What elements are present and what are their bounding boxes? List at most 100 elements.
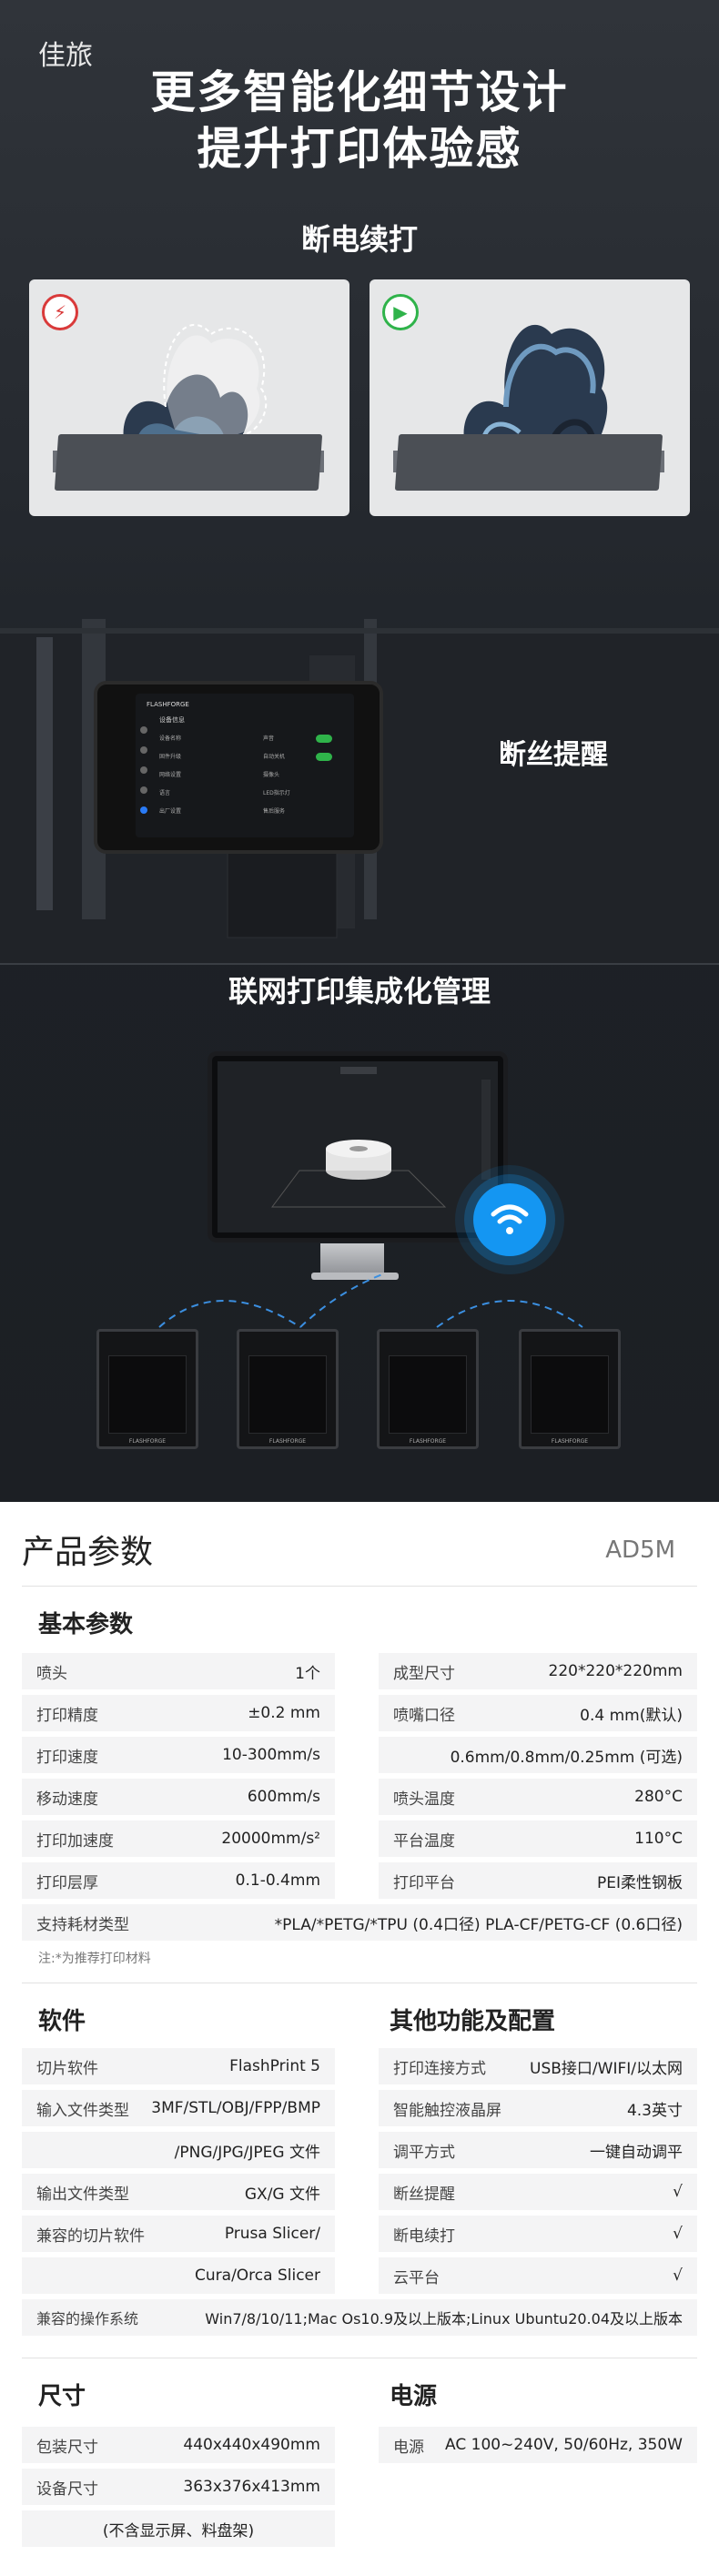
spec-value: 1个 bbox=[295, 1664, 320, 1683]
spec-key: 包装尺寸 bbox=[36, 2438, 98, 2457]
spec-row: 断电续打 √ bbox=[379, 2216, 697, 2252]
touchscreen-ui: FLASHFORGE 设备信息 设备名称 固件升级 网络设置 语言 出厂设置 声… bbox=[136, 694, 354, 837]
spec-value: (不含显示屏、料盘架) bbox=[102, 2521, 255, 2541]
check-mark: √ bbox=[673, 2267, 683, 2285]
tablet-menu-title: 设备信息 bbox=[159, 716, 185, 724]
printer-unit: FLASHFORGE bbox=[377, 1329, 479, 1449]
spec-row: 打印加速度 20000mm/s² bbox=[22, 1820, 335, 1857]
spec-value: USB接口/WIFI/以太网 bbox=[530, 2059, 683, 2078]
spec-key: 输出文件类型 bbox=[36, 2185, 129, 2204]
spec-value: ±0.2 mm bbox=[248, 1704, 320, 1722]
feature-title-runout: 断丝提醒 bbox=[499, 739, 608, 771]
printer-brand-label: FLASHFORGE bbox=[268, 1438, 307, 1445]
tablet-menu-item[interactable]: LED指示灯 bbox=[263, 785, 290, 803]
printer-brand-label: FLASHFORGE bbox=[128, 1438, 167, 1445]
tablet-menu-item[interactable]: 售后服务 bbox=[263, 803, 290, 821]
spec-key: 兼容的操作系统 bbox=[36, 2310, 139, 2328]
basic-params-heading: 基本参数 bbox=[38, 1611, 134, 1638]
other-features-heading: 其他功能及配置 bbox=[390, 2008, 556, 2035]
spec-value: 20000mm/s² bbox=[221, 1830, 320, 1848]
spec-value: /PNG/JPG/JPEG 文件 bbox=[174, 2143, 320, 2162]
build-plate bbox=[394, 434, 663, 491]
spec-value: Win7/8/10/11;Mac Os10.9及以上版本;Linux Ubunt… bbox=[205, 2310, 683, 2328]
spec-key: 打印加速度 bbox=[36, 1831, 114, 1851]
spec-key: 智能触控液晶屏 bbox=[393, 2101, 501, 2120]
spec-row: 输入文件类型 3MF/STL/OBJ/FPP/BMP bbox=[22, 2090, 335, 2126]
spec-row: 平台温度 110°C bbox=[379, 1820, 697, 1857]
tablet-right-menu: 声音 自动关机 摄像头 LED指示灯 售后服务 bbox=[263, 730, 290, 821]
spec-key: 断丝提醒 bbox=[393, 2185, 455, 2204]
spec-value: 600mm/s bbox=[247, 1788, 320, 1806]
spec-row: 打印层厚 0.1-0.4mm bbox=[22, 1862, 335, 1899]
spec-key: 输入文件类型 bbox=[36, 2101, 129, 2120]
tablet-menu-item[interactable]: 语言 bbox=[159, 785, 181, 803]
divider bbox=[22, 1586, 697, 1587]
printer-chamber bbox=[531, 1355, 609, 1434]
power-loss-image: ⚡ bbox=[29, 279, 349, 516]
spec-row: 兼容的切片软件 Prusa Slicer/ bbox=[22, 2216, 335, 2252]
tablet-menu-item[interactable]: 设备名称 bbox=[159, 730, 181, 748]
spec-value: 4.3英寸 bbox=[626, 2101, 683, 2120]
tablet-brand: FLASHFORGE bbox=[147, 701, 189, 708]
printer-brand-label: FLASHFORGE bbox=[551, 1438, 589, 1445]
spec-row: (不含显示屏、料盘架) bbox=[22, 2510, 335, 2547]
spec-value: 110°C bbox=[634, 1830, 683, 1848]
spec-key: 支持耗材类型 bbox=[36, 1915, 129, 1934]
spec-value: 一键自动调平 bbox=[590, 2143, 683, 2162]
auto-off-toggle[interactable] bbox=[316, 753, 332, 761]
spec-value: AC 100~240V, 50/60Hz, 350W bbox=[445, 2436, 683, 2454]
tablet-menu-item[interactable]: 固件升级 bbox=[159, 748, 181, 766]
tablet-sidebar bbox=[137, 721, 150, 830]
build-plate bbox=[54, 434, 323, 491]
printer-unit: FLASHFORGE bbox=[96, 1329, 198, 1449]
materials-note: 注:*为推荐打印材料 bbox=[38, 1952, 151, 1966]
printer-chamber bbox=[389, 1355, 467, 1434]
tablet-menu-item[interactable]: 声音 bbox=[263, 730, 290, 748]
spec-key: 打印连接方式 bbox=[393, 2059, 486, 2078]
spec-row: 打印连接方式 USB接口/WIFI/以太网 bbox=[379, 2048, 697, 2084]
printer-unit: FLASHFORGE bbox=[237, 1329, 339, 1449]
spec-value: 0.4 mm(默认) bbox=[580, 1706, 683, 1725]
printer-unit: FLASHFORGE bbox=[519, 1329, 621, 1449]
check-mark: √ bbox=[673, 2225, 683, 2243]
spec-row: 0.6mm/0.8mm/0.25mm (可选) bbox=[379, 1737, 697, 1773]
tablet-menu-item[interactable]: 摄像头 bbox=[263, 766, 290, 785]
spec-key: 云平台 bbox=[393, 2268, 440, 2287]
slicer-screen bbox=[218, 1061, 498, 1232]
spec-value: 440x440x490mm bbox=[183, 2436, 320, 2454]
spec-row: 调平方式 一键自动调平 bbox=[379, 2132, 697, 2168]
size-heading: 尺寸 bbox=[38, 2383, 86, 2410]
spec-row-os: 兼容的操作系统 Win7/8/10/11;Mac Os10.9及以上版本;Linu… bbox=[22, 2299, 697, 2336]
specs-title: 产品参数 bbox=[22, 1534, 154, 1571]
section-divider bbox=[0, 963, 719, 965]
sound-toggle[interactable] bbox=[316, 735, 332, 743]
spec-key: 兼容的切片软件 bbox=[36, 2226, 145, 2246]
spec-key: 成型尺寸 bbox=[393, 1664, 455, 1683]
spec-row: 打印速度 10-300mm/s bbox=[22, 1737, 335, 1773]
spec-row: 成型尺寸 220*220*220mm bbox=[379, 1653, 697, 1689]
spec-row: 打印精度 ±0.2 mm bbox=[22, 1695, 335, 1731]
spec-row-materials: 支持耗材类型 *PLA/*PETG/*TPU (0.4口径) PLA-CF/PET… bbox=[22, 1904, 697, 1941]
spec-row: 喷头温度 280°C bbox=[379, 1779, 697, 1815]
spec-row: 电源 AC 100~240V, 50/60Hz, 350W bbox=[379, 2427, 697, 2463]
network-title: 联网打印集成化管理 bbox=[228, 974, 491, 1009]
wifi-icon bbox=[473, 1183, 546, 1256]
spec-row: 智能触控液晶屏 4.3英寸 bbox=[379, 2090, 697, 2126]
tablet-menu-item[interactable]: 网络设置 bbox=[159, 766, 181, 785]
spec-value: PEI柔性钢板 bbox=[596, 1873, 683, 1892]
spec-row: 包装尺寸 440x440x490mm bbox=[22, 2427, 335, 2463]
spec-value: 363x376x413mm bbox=[183, 2478, 320, 2496]
resume-print-image: ▶ bbox=[370, 279, 690, 516]
tablet-left-menu: 设备名称 固件升级 网络设置 语言 出厂设置 bbox=[159, 730, 181, 821]
spec-value: 10-300mm/s bbox=[222, 1746, 320, 1764]
tablet-menu-item[interactable]: 自动关机 bbox=[263, 748, 290, 766]
spec-key: 打印层厚 bbox=[36, 1873, 98, 1892]
tablet-menu-item[interactable]: 出厂设置 bbox=[159, 803, 181, 821]
spec-row: 打印平台 PEI柔性钢板 bbox=[379, 1862, 697, 1899]
spec-key: 喷头 bbox=[36, 1664, 67, 1683]
spec-value: 0.1-0.4mm bbox=[235, 1871, 320, 1890]
power-heading: 电源 bbox=[390, 2383, 438, 2410]
spec-row: 移动速度 600mm/s bbox=[22, 1779, 335, 1815]
power-off-icon: ⚡ bbox=[42, 294, 78, 330]
connection-lines bbox=[158, 1273, 583, 1328]
